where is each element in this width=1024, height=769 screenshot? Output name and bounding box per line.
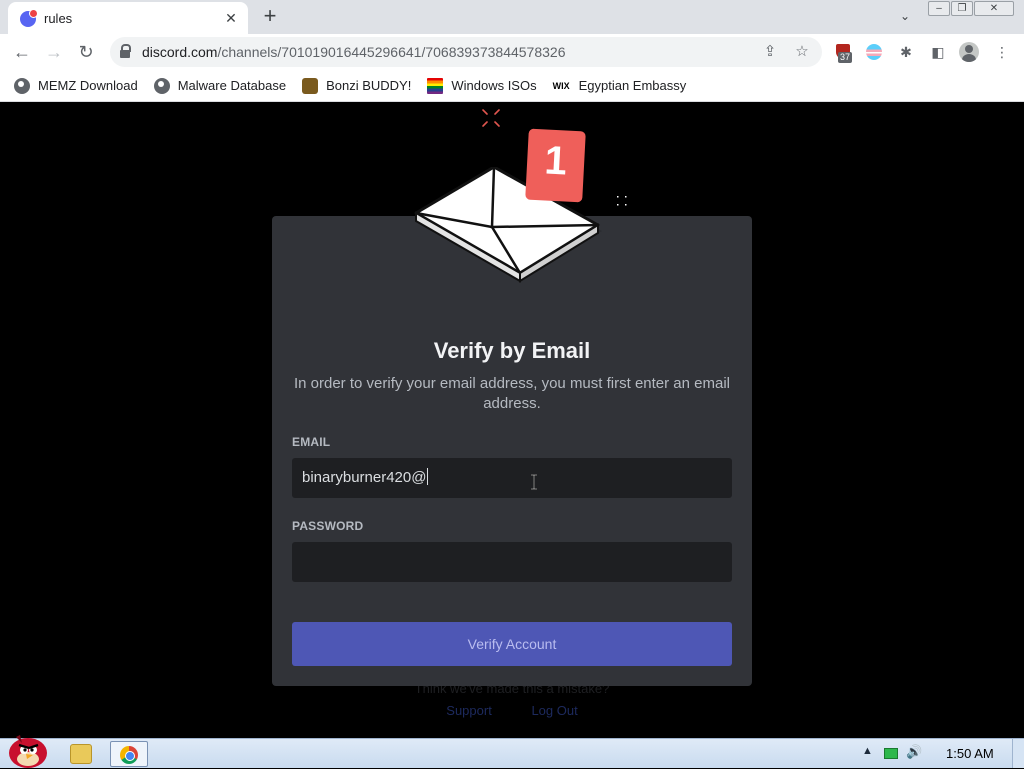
bookmark-bonzi-buddy[interactable]: Bonzi BUDDY! xyxy=(302,77,412,94)
url-path: /channels/701019016445296641/70683937384… xyxy=(217,44,566,60)
modal-title: Verify by Email xyxy=(433,338,591,363)
password-field[interactable] xyxy=(292,542,732,582)
tab-rules[interactable]: rules ✕ xyxy=(8,2,248,34)
chrome-taskbar-button[interactable] xyxy=(110,741,148,767)
extensions-puzzle-icon[interactable]: ✱ xyxy=(895,42,917,62)
bookmark-malware-database[interactable]: Malware Database xyxy=(153,77,287,94)
support-link[interactable]: Support xyxy=(446,703,492,718)
flag-extension-icon[interactable] xyxy=(866,44,882,60)
extension-badge: 37 xyxy=(838,52,853,63)
tab-strip: rules ✕ + ⌄ – ❐ ✕ xyxy=(0,0,1024,34)
modal-description: In order to verify your email address, y… xyxy=(293,375,730,412)
reload-button[interactable]: ↻ xyxy=(74,40,98,64)
text-caret xyxy=(427,468,429,485)
show-desktop-button[interactable] xyxy=(1012,739,1024,768)
tab-search-button[interactable]: ⌄ xyxy=(896,7,914,25)
verify-email-modal: Verify by Email In order to verify your … xyxy=(272,216,752,686)
bookmark-memz[interactable]: MEMZ Download xyxy=(14,77,138,94)
share-icon[interactable]: ⇪ xyxy=(760,42,780,62)
clock[interactable]: 1:50 AM xyxy=(946,746,994,761)
verify-account-button[interactable]: Verify Account xyxy=(292,622,732,666)
close-window-button[interactable]: ✕ xyxy=(974,1,1014,16)
globe-icon xyxy=(14,77,30,94)
email-label: EMAIL xyxy=(292,435,331,449)
bookmarks-bar: MEMZ Download Malware Database Bonzi BUD… xyxy=(0,70,1024,102)
globe-icon xyxy=(153,77,170,94)
window-controls: – ❐ ✕ xyxy=(928,1,1014,17)
bookmark-star-icon[interactable]: ☆ xyxy=(792,42,812,62)
tray-expand-icon[interactable]: ▲ xyxy=(862,745,873,757)
bookmark-label: Malware Database xyxy=(177,78,287,93)
menu-kebab-icon[interactable]: ⋮ xyxy=(991,42,1013,62)
log-out-link[interactable]: Log Out xyxy=(531,703,577,718)
password-label: PASSWORD xyxy=(292,519,364,533)
discord-page: Think we've made this a mistake? Support… xyxy=(0,103,1024,737)
bonzi-icon xyxy=(302,77,319,94)
email-value: binaryburner420@ xyxy=(302,469,427,486)
bookmark-egyptian-embassy[interactable]: WIX Egyptian Embassy xyxy=(553,78,687,94)
tab-close-button[interactable]: ✕ xyxy=(222,9,240,27)
volume-tray-icon[interactable]: 🔊 xyxy=(906,744,922,760)
file-explorer-taskbar-icon[interactable] xyxy=(70,744,92,764)
tab-title: rules xyxy=(44,11,73,26)
angry-bird-start-icon[interactable] xyxy=(2,731,50,769)
bookmark-label: Egyptian Embassy xyxy=(578,78,687,93)
forward-button[interactable]: → xyxy=(42,40,66,64)
network-tray-icon[interactable] xyxy=(884,748,898,759)
wix-icon: WIX xyxy=(552,80,570,91)
address-bar[interactable]: discord.com/channels/701019016445296641/… xyxy=(110,37,822,67)
new-tab-button[interactable]: + xyxy=(258,5,282,29)
lock-icon xyxy=(120,44,131,58)
bookmark-label: Bonzi BUDDY! xyxy=(326,78,412,93)
ibeam-cursor-icon xyxy=(531,474,537,490)
rainbow-flag-icon xyxy=(427,77,444,94)
profile-avatar-icon[interactable] xyxy=(959,42,979,62)
discord-favicon-icon xyxy=(20,9,38,27)
back-button[interactable]: ← xyxy=(10,40,34,64)
bookmark-label: Windows ISOs xyxy=(451,78,537,93)
email-field[interactable]: binaryburner420@ xyxy=(292,458,732,498)
red-sparkle-icon xyxy=(482,109,500,127)
minimize-button[interactable]: – xyxy=(928,1,950,16)
url-text[interactable]: discord.com/channels/701019016445296641/… xyxy=(142,44,565,60)
url-host: discord.com xyxy=(142,44,218,60)
white-sparkle-icon xyxy=(617,196,627,206)
side-panel-icon[interactable]: ◧ xyxy=(927,42,949,62)
bookmark-label: MEMZ Download xyxy=(38,78,138,93)
bookmark-windows-isos[interactable]: Windows ISOs xyxy=(427,77,537,94)
background-links: Support Log Out xyxy=(0,703,1024,718)
browser-toolbar: ← → ↻ discord.com/channels/7010190164452… xyxy=(0,34,1024,70)
notification-badge: 1 xyxy=(525,128,586,203)
chrome-icon xyxy=(120,746,138,764)
restore-button[interactable]: ❐ xyxy=(951,1,973,16)
taskbar: ▲ 🔊 1:50 AM xyxy=(0,735,1024,768)
